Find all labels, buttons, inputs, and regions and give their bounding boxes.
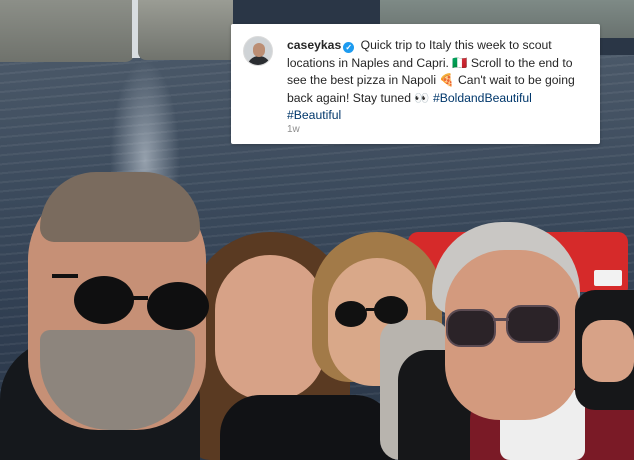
cliff-left xyxy=(0,0,135,62)
hashtag-link[interactable]: #BoldandBeautiful xyxy=(433,91,532,105)
username-link[interactable]: caseykas xyxy=(287,38,341,52)
avatar-shoulders xyxy=(247,56,271,65)
person-4-sunglasses xyxy=(446,305,560,347)
person-2-jacket xyxy=(220,395,395,460)
post-caption: caseykas ✓ Quick trip to Italy this week … xyxy=(287,37,589,125)
post-timestamp[interactable]: 1w xyxy=(287,124,300,135)
person-1-hair xyxy=(40,172,200,242)
person-1-sunglasses xyxy=(52,274,209,330)
person-3-sunglasses xyxy=(335,296,408,327)
verified-badge-icon: ✓ xyxy=(343,42,355,53)
cliff-middle xyxy=(138,0,233,60)
instagram-caption-card: caseykas ✓ Quick trip to Italy this week … xyxy=(231,24,600,144)
hashtag-link[interactable]: #Beautiful xyxy=(287,108,341,122)
person-4-hand xyxy=(582,320,634,382)
boat-sign xyxy=(594,270,622,286)
avatar-face xyxy=(253,43,265,57)
profile-avatar[interactable] xyxy=(243,36,273,66)
person-2-face xyxy=(215,255,325,400)
